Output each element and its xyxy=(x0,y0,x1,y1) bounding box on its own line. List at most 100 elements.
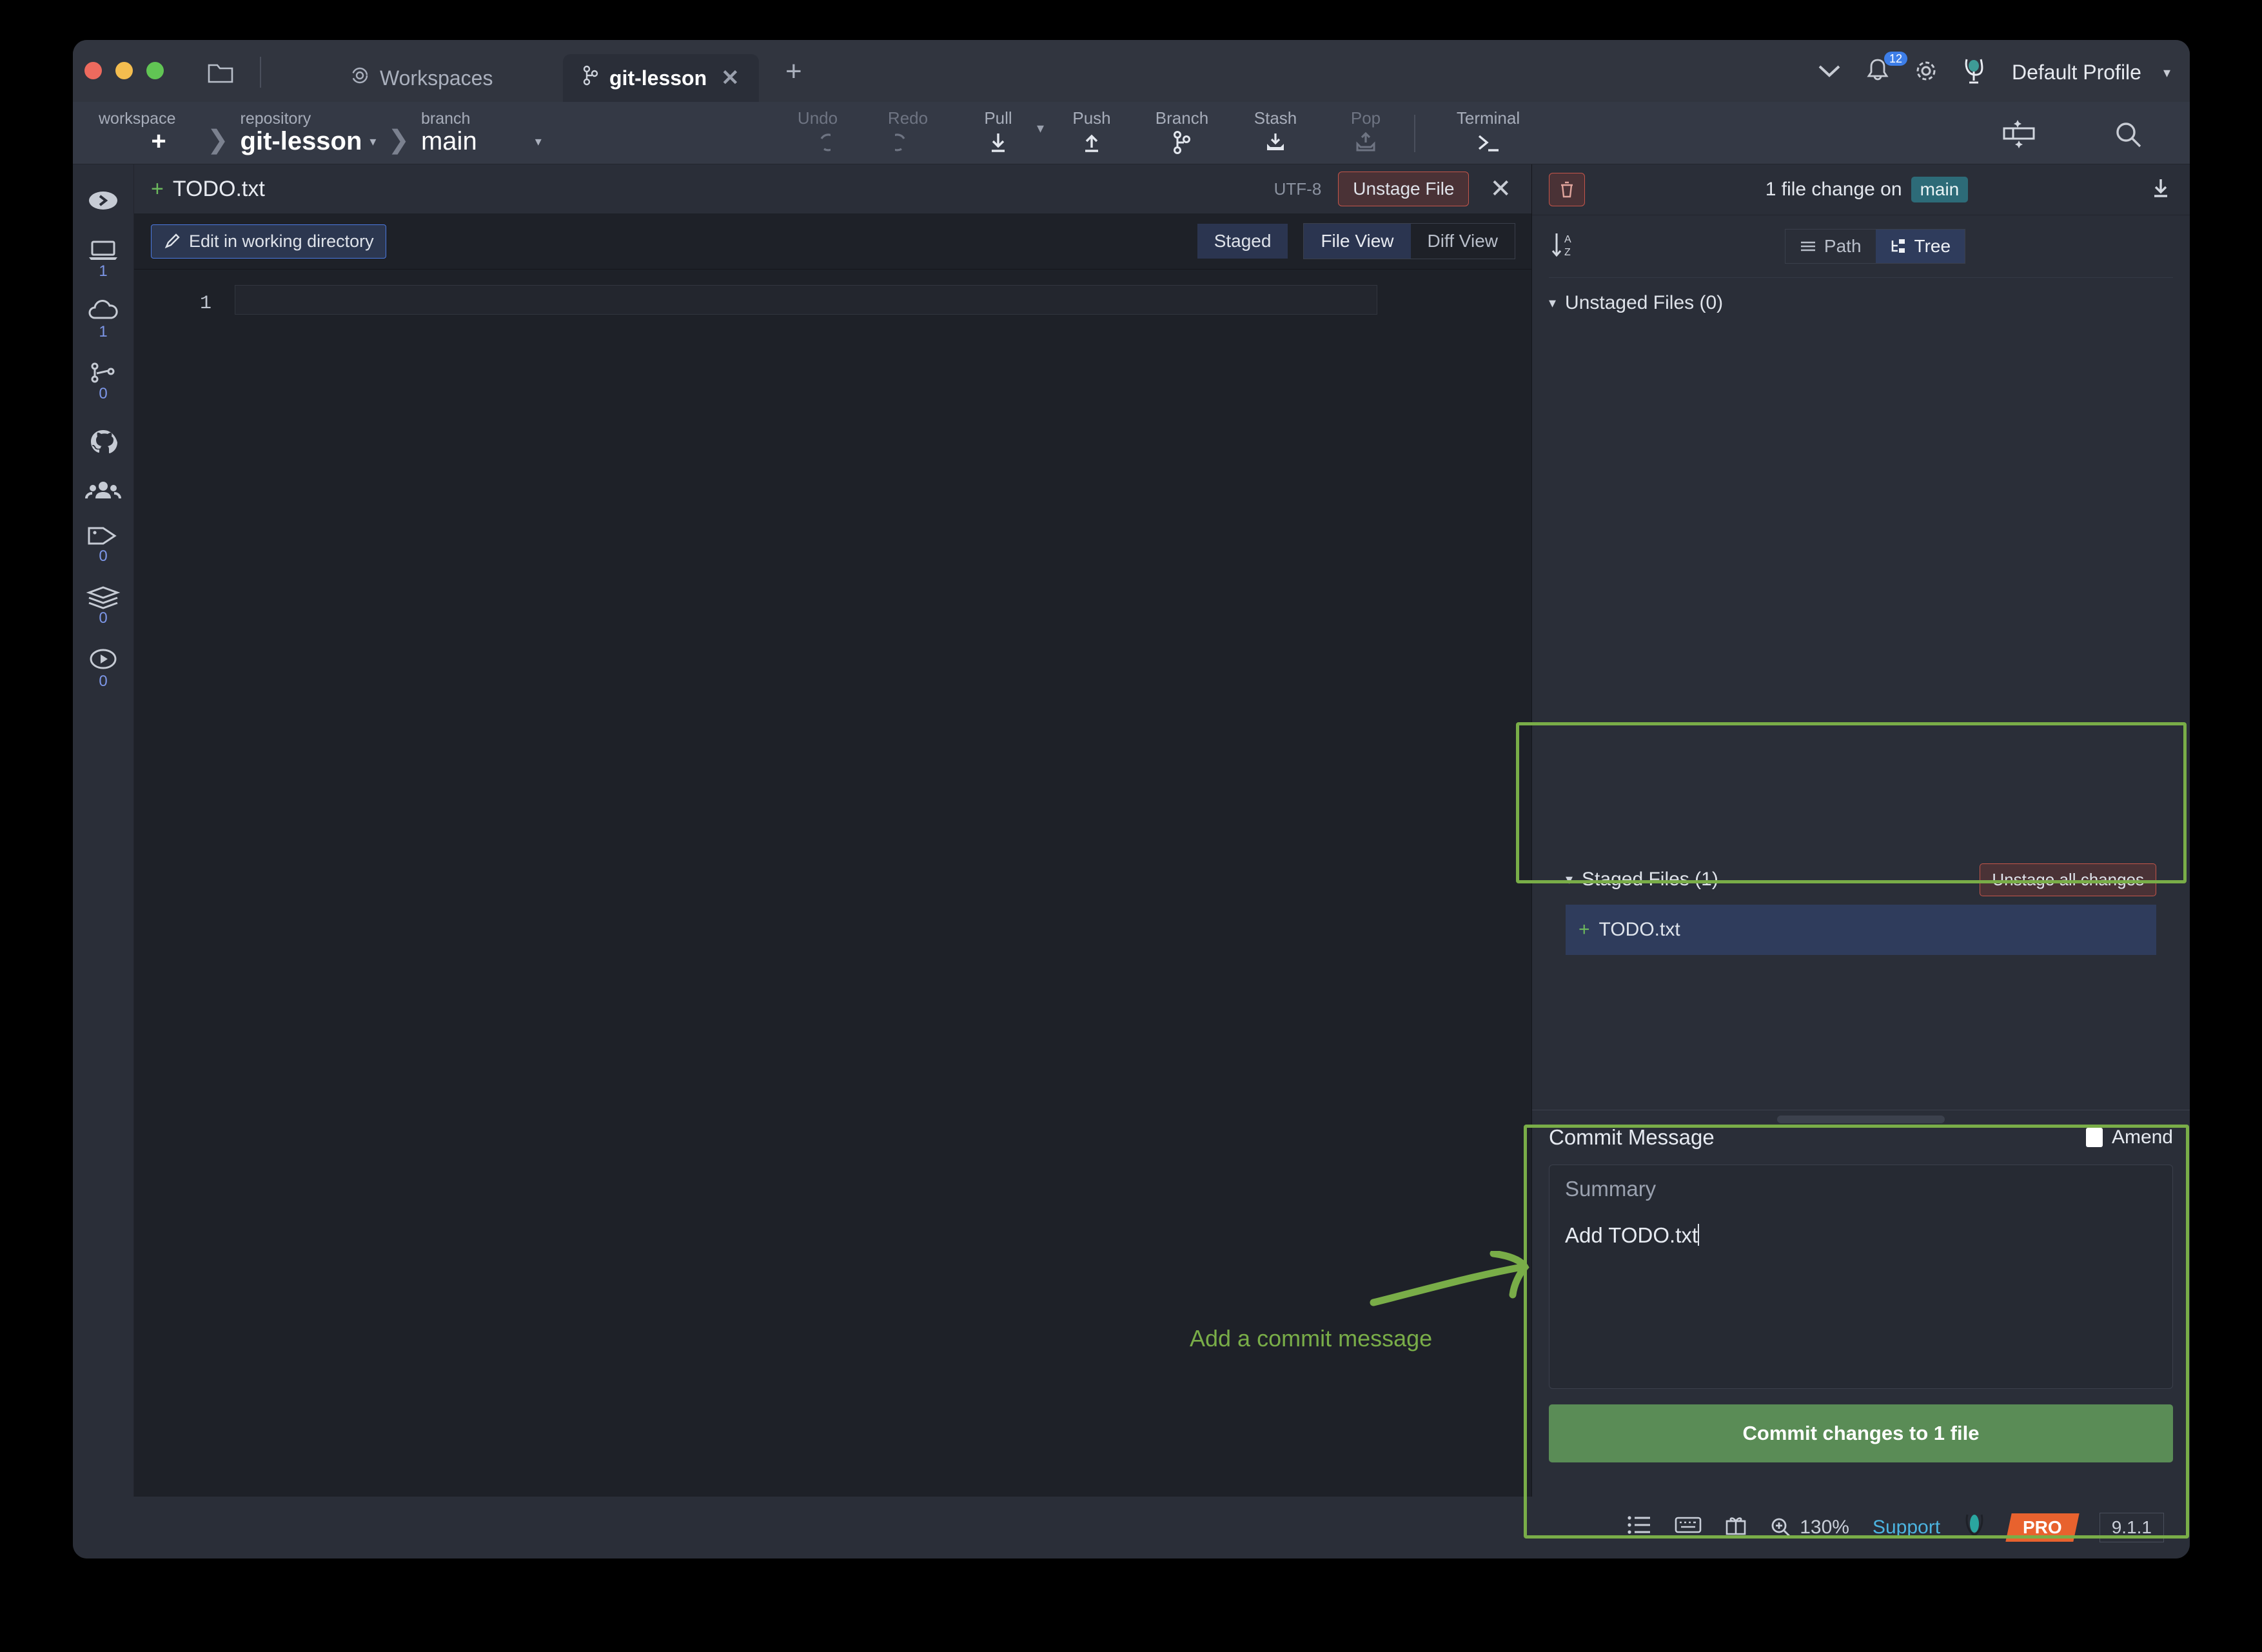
chevron-down-icon[interactable]: ▾ xyxy=(1566,871,1573,888)
unstage-file-button[interactable]: Unstage File xyxy=(1338,172,1470,206)
sidebar-item-github[interactable] xyxy=(73,426,133,456)
sidebar-item-remote[interactable]: 1 xyxy=(73,300,133,340)
tab-diff-view[interactable]: Diff View xyxy=(1411,224,1515,259)
sidebar-item-tags[interactable]: 0 xyxy=(73,524,133,564)
branch-name[interactable]: main xyxy=(421,127,477,164)
discard-all-button[interactable] xyxy=(1549,173,1585,206)
breadcrumb-repository[interactable]: repository git-lesson xyxy=(241,102,362,164)
pull-button[interactable]: Pull xyxy=(953,102,1043,164)
breadcrumb-chevron-icon-2: ❯ xyxy=(388,126,409,154)
edit-in-working-directory-button[interactable]: Edit in working directory xyxy=(151,224,386,259)
file-toolbar: Edit in working directory Staged File Vi… xyxy=(134,213,1532,270)
branch-caret-icon[interactable]: ▾ xyxy=(477,133,542,164)
commit-message-input[interactable]: Summary Add TODO.txt xyxy=(1549,1165,2173,1389)
chevron-down-icon[interactable] xyxy=(1816,62,1843,83)
cloud-icon xyxy=(88,300,118,319)
amend-checkbox[interactable] xyxy=(2085,1128,2103,1147)
kraken-icon[interactable] xyxy=(1963,1512,1985,1543)
new-tab-button[interactable]: + xyxy=(785,57,802,86)
keyboard-icon[interactable] xyxy=(1675,1515,1702,1540)
profile-caret-icon[interactable]: ▾ xyxy=(2163,64,2170,81)
commit-panel: Commit Message Amend Summary Add TODO.tx… xyxy=(1532,1110,2190,1497)
support-link[interactable]: Support xyxy=(1873,1517,1940,1539)
zoom-in-icon xyxy=(1771,1518,1791,1537)
unstage-all-changes-button[interactable]: Unstage all changes xyxy=(1980,863,2156,896)
app-window: Workspaces git-lesson ✕ + 12 Default Pro… xyxy=(73,40,2190,1559)
window-controls[interactable] xyxy=(84,62,164,79)
sidebar-item-local[interactable]: 1 xyxy=(73,238,133,279)
undo-button[interactable]: Undo xyxy=(772,102,863,164)
list-icon[interactable] xyxy=(1627,1515,1651,1540)
tree-view-button[interactable]: Tree xyxy=(1875,230,1965,263)
list-item[interactable]: + TODO.txt xyxy=(1566,905,2156,955)
sidebar-item-actions[interactable]: 0 xyxy=(73,647,133,689)
notifications-button[interactable]: 12 xyxy=(1865,52,1907,88)
pull-options-caret-icon[interactable]: ▾ xyxy=(1037,120,1044,137)
tab-file-view[interactable]: File View xyxy=(1304,224,1411,259)
tab-workspaces[interactable]: Workspaces xyxy=(331,54,512,102)
sidebar-item-stashes[interactable]: 0 xyxy=(73,585,133,626)
close-icon[interactable]: ✕ xyxy=(721,65,740,91)
title-divider xyxy=(260,57,261,88)
terminal-button[interactable]: Terminal xyxy=(1427,102,1549,164)
gift-icon[interactable] xyxy=(1725,1514,1747,1541)
workspaces-icon xyxy=(350,66,369,90)
breadcrumb: workspace + ❯ repository git-lesson ▾ ❯ … xyxy=(99,102,542,164)
sidebar-item-pull-requests[interactable]: 0 xyxy=(73,360,133,402)
layers-icon xyxy=(86,586,121,609)
zoom-control[interactable]: 130% xyxy=(1770,1517,1849,1539)
commit-button[interactable]: Commit changes to 1 file xyxy=(1549,1404,2173,1462)
file-panel: + TODO.txt UTF-8 Unstage File ✕ Edit in … xyxy=(134,164,1532,1498)
commit-message-title: Commit Message xyxy=(1549,1125,1715,1149)
search-icon[interactable] xyxy=(2112,119,2145,154)
staged-files-header[interactable]: ▾ Staged Files (1) Unstage all changes xyxy=(1566,854,2156,905)
branch-button[interactable]: Branch xyxy=(1134,102,1230,164)
play-circle-icon xyxy=(90,649,117,669)
unstaged-files-header[interactable]: ▾ Unstaged Files (0) xyxy=(1549,277,2173,328)
download-icon[interactable] xyxy=(2149,176,2173,204)
close-icon[interactable]: ✕ xyxy=(1486,174,1515,204)
repository-name[interactable]: git-lesson xyxy=(241,127,362,164)
close-window-button[interactable] xyxy=(84,62,102,79)
add-workspace-button[interactable]: + xyxy=(128,127,166,164)
breadcrumb-workspace[interactable]: workspace + xyxy=(99,102,195,164)
path-tree-toggle[interactable]: Path Tree xyxy=(1784,229,1966,264)
sort-az-icon[interactable]: AZ xyxy=(1549,230,1577,264)
line-number: 1 xyxy=(199,293,211,315)
avatar[interactable] xyxy=(1962,55,1990,90)
pop-button[interactable]: Pop xyxy=(1321,102,1411,164)
redo-icon xyxy=(895,128,921,157)
minimize-window-button[interactable] xyxy=(115,62,133,79)
code-line-1[interactable] xyxy=(235,285,1377,315)
chevron-down-icon[interactable]: ▾ xyxy=(1549,295,1556,311)
gear-icon[interactable] xyxy=(1913,57,1940,88)
github-icon xyxy=(91,430,117,453)
branch-icon xyxy=(582,65,599,91)
left-sidebar: 1 1 0 0 0 0 xyxy=(73,164,134,1497)
code-editor[interactable]: 1 xyxy=(134,270,1532,1498)
panel-resize-handle[interactable] xyxy=(1777,1116,1945,1123)
view-mode-toggle[interactable]: File View Diff View xyxy=(1303,223,1515,259)
folder-icon[interactable] xyxy=(199,57,242,88)
breadcrumb-branch[interactable]: branch main xyxy=(421,102,477,164)
breadcrumb-repository-label: repository xyxy=(240,110,311,128)
changes-panel-tools: AZ Path Tree xyxy=(1532,215,2190,277)
sidebar-item-collapse[interactable] xyxy=(73,188,133,213)
encoding-label: UTF-8 xyxy=(1274,179,1322,199)
repository-caret-icon[interactable]: ▾ xyxy=(362,133,376,164)
redo-button[interactable]: Redo xyxy=(863,102,953,164)
tab-workspaces-label: Workspaces xyxy=(380,66,493,90)
breadcrumb-workspace-label: workspace xyxy=(99,110,176,128)
tab-git-lesson[interactable]: git-lesson ✕ xyxy=(563,54,759,102)
profile-label[interactable]: Default Profile xyxy=(2012,61,2141,84)
changes-summary: 1 file change on main xyxy=(1585,177,2149,202)
page-title: TODO.txt xyxy=(172,176,265,201)
maximize-window-button[interactable] xyxy=(146,62,164,79)
amend-toggle[interactable]: Amend xyxy=(2085,1126,2173,1148)
push-button[interactable]: Push xyxy=(1047,102,1137,164)
stash-button[interactable]: Stash xyxy=(1230,102,1321,164)
sidebar-item-team[interactable] xyxy=(73,479,133,502)
panel-layout-icon[interactable] xyxy=(1996,117,2041,153)
path-view-button[interactable]: Path xyxy=(1785,230,1876,263)
staged-pill: Staged xyxy=(1197,224,1288,259)
